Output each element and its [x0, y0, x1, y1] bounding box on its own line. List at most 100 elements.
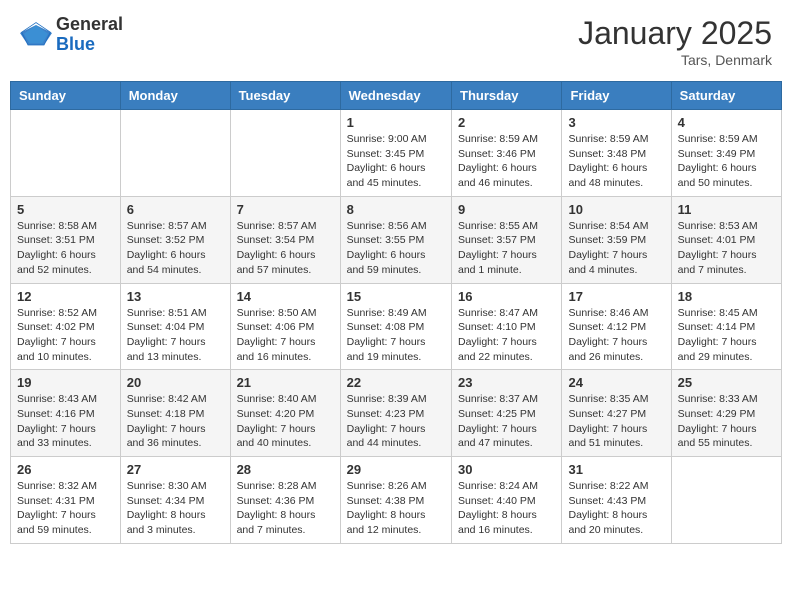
- day-info: Sunrise: 9:00 AMSunset: 3:45 PMDaylight:…: [347, 132, 445, 191]
- calendar-cell: 17 Sunrise: 8:46 AMSunset: 4:12 PMDayligh…: [562, 283, 671, 370]
- day-info: Sunrise: 8:40 AMSunset: 4:20 PMDaylight:…: [237, 392, 334, 451]
- calendar-cell: 29Sunrise: 8:26 AMSunset: 4:38 PMDayligh…: [340, 457, 451, 544]
- day-number: 17: [568, 289, 664, 304]
- day-number: 22: [347, 375, 445, 390]
- day-header-monday: Monday: [120, 82, 230, 110]
- calendar-cell: 7 Sunrise: 8:57 AMSunset: 3:54 PMDaylight…: [230, 196, 340, 283]
- day-info: Sunrise: 8:37 AMSunset: 4:25 PMDaylight:…: [458, 392, 555, 451]
- calendar-cell: [671, 457, 781, 544]
- day-info: Sunrise: 8:55 AMSunset: 3:57 PMDaylight:…: [458, 219, 555, 278]
- calendar-cell: 5 Sunrise: 8:58 AMSunset: 3:51 PMDaylight…: [11, 196, 121, 283]
- calendar-cell: 14 Sunrise: 8:50 AMSunset: 4:06 PMDayligh…: [230, 283, 340, 370]
- day-info: Sunrise: 8:59 AMSunset: 3:48 PMDaylight:…: [568, 132, 664, 191]
- day-number: 27: [127, 462, 224, 477]
- day-info: Sunrise: 8:33 AMSunset: 4:29 PMDaylight:…: [678, 392, 775, 451]
- calendar-week-row: 19 Sunrise: 8:43 AMSunset: 4:16 PMDayligh…: [11, 370, 782, 457]
- day-number: 5: [17, 202, 114, 217]
- day-info: Sunrise: 8:30 AMSunset: 4:34 PMDaylight:…: [127, 479, 224, 538]
- calendar-cell: 6 Sunrise: 8:57 AMSunset: 3:52 PMDaylight…: [120, 196, 230, 283]
- day-info: Sunrise: 8:43 AMSunset: 4:16 PMDaylight:…: [17, 392, 114, 451]
- calendar-cell: 15Sunrise: 8:49 AMSunset: 4:08 PMDayligh…: [340, 283, 451, 370]
- day-header-wednesday: Wednesday: [340, 82, 451, 110]
- day-info: Sunrise: 8:57 AMSunset: 3:54 PMDaylight:…: [237, 219, 334, 278]
- day-info: Sunrise: 8:45 AMSunset: 4:14 PMDaylight:…: [678, 306, 775, 365]
- calendar-header-row: SundayMondayTuesdayWednesdayThursdayFrid…: [11, 82, 782, 110]
- calendar-cell: 28 Sunrise: 8:28 AMSunset: 4:36 PMDayligh…: [230, 457, 340, 544]
- day-header-tuesday: Tuesday: [230, 82, 340, 110]
- calendar-cell: 8Sunrise: 8:56 AMSunset: 3:55 PMDaylight…: [340, 196, 451, 283]
- calendar-cell: 13 Sunrise: 8:51 AMSunset: 4:04 PMDayligh…: [120, 283, 230, 370]
- logo-text: General Blue: [56, 15, 123, 55]
- calendar-week-row: 26 Sunrise: 8:32 AMSunset: 4:31 PMDayligh…: [11, 457, 782, 544]
- day-number: 9: [458, 202, 555, 217]
- day-number: 18: [678, 289, 775, 304]
- month-title: January 2025: [578, 15, 772, 52]
- day-number: 20: [127, 375, 224, 390]
- calendar-cell: 4Sunrise: 8:59 AMSunset: 3:49 PMDaylight…: [671, 110, 781, 197]
- day-info: Sunrise: 8:59 AMSunset: 3:49 PMDaylight:…: [678, 132, 775, 191]
- calendar-cell: [11, 110, 121, 197]
- calendar-cell: [230, 110, 340, 197]
- day-info: Sunrise: 8:28 AMSunset: 4:36 PMDaylight:…: [237, 479, 334, 538]
- calendar-cell: 26 Sunrise: 8:32 AMSunset: 4:31 PMDayligh…: [11, 457, 121, 544]
- day-number: 19: [17, 375, 114, 390]
- calendar-cell: 11Sunrise: 8:53 AMSunset: 4:01 PMDayligh…: [671, 196, 781, 283]
- calendar-cell: 20 Sunrise: 8:42 AMSunset: 4:18 PMDayligh…: [120, 370, 230, 457]
- day-info: Sunrise: 8:24 AMSunset: 4:40 PMDaylight:…: [458, 479, 555, 538]
- day-info: Sunrise: 8:47 AMSunset: 4:10 PMDaylight:…: [458, 306, 555, 365]
- day-number: 13: [127, 289, 224, 304]
- calendar-week-row: 5 Sunrise: 8:58 AMSunset: 3:51 PMDaylight…: [11, 196, 782, 283]
- day-info: Sunrise: 8:54 AMSunset: 3:59 PMDaylight:…: [568, 219, 664, 278]
- calendar-cell: 12Sunrise: 8:52 AMSunset: 4:02 PMDayligh…: [11, 283, 121, 370]
- day-info: Sunrise: 8:39 AMSunset: 4:23 PMDaylight:…: [347, 392, 445, 451]
- day-info: Sunrise: 8:58 AMSunset: 3:51 PMDaylight:…: [17, 219, 114, 278]
- day-info: Sunrise: 8:51 AMSunset: 4:04 PMDaylight:…: [127, 306, 224, 365]
- day-number: 6: [127, 202, 224, 217]
- day-info: Sunrise: 8:26 AMSunset: 4:38 PMDaylight:…: [347, 479, 445, 538]
- day-number: 2: [458, 115, 555, 130]
- calendar-cell: 16 Sunrise: 8:47 AMSunset: 4:10 PMDayligh…: [452, 283, 562, 370]
- day-number: 21: [237, 375, 334, 390]
- day-header-friday: Friday: [562, 82, 671, 110]
- day-info: Sunrise: 8:32 AMSunset: 4:31 PMDaylight:…: [17, 479, 114, 538]
- logo-icon: [20, 21, 52, 49]
- calendar-cell: 25 Sunrise: 8:33 AMSunset: 4:29 PMDayligh…: [671, 370, 781, 457]
- day-number: 3: [568, 115, 664, 130]
- day-number: 23: [458, 375, 555, 390]
- location: Tars, Denmark: [578, 52, 772, 68]
- title-block: January 2025 Tars, Denmark: [578, 15, 772, 68]
- calendar-cell: 31Sunrise: 8:22 AMSunset: 4:43 PMDayligh…: [562, 457, 671, 544]
- day-info: Sunrise: 8:46 AMSunset: 4:12 PMDaylight:…: [568, 306, 664, 365]
- logo-general: General: [56, 15, 123, 35]
- day-header-saturday: Saturday: [671, 82, 781, 110]
- day-number: 7: [237, 202, 334, 217]
- calendar-table: SundayMondayTuesdayWednesdayThursdayFrid…: [10, 81, 782, 544]
- calendar-cell: 2 Sunrise: 8:59 AMSunset: 3:46 PMDaylight…: [452, 110, 562, 197]
- calendar-cell: 21 Sunrise: 8:40 AMSunset: 4:20 PMDayligh…: [230, 370, 340, 457]
- day-info: Sunrise: 8:42 AMSunset: 4:18 PMDaylight:…: [127, 392, 224, 451]
- calendar-cell: 27 Sunrise: 8:30 AMSunset: 4:34 PMDayligh…: [120, 457, 230, 544]
- day-info: Sunrise: 8:50 AMSunset: 4:06 PMDaylight:…: [237, 306, 334, 365]
- day-number: 25: [678, 375, 775, 390]
- day-number: 12: [17, 289, 114, 304]
- logo-blue: Blue: [56, 35, 123, 55]
- day-number: 10: [568, 202, 664, 217]
- day-info: Sunrise: 8:57 AMSunset: 3:52 PMDaylight:…: [127, 219, 224, 278]
- day-number: 24: [568, 375, 664, 390]
- day-number: 14: [237, 289, 334, 304]
- calendar-week-row: 12Sunrise: 8:52 AMSunset: 4:02 PMDayligh…: [11, 283, 782, 370]
- day-number: 30: [458, 462, 555, 477]
- day-info: Sunrise: 8:59 AMSunset: 3:46 PMDaylight:…: [458, 132, 555, 191]
- calendar-cell: 9 Sunrise: 8:55 AMSunset: 3:57 PMDaylight…: [452, 196, 562, 283]
- day-info: Sunrise: 8:49 AMSunset: 4:08 PMDaylight:…: [347, 306, 445, 365]
- calendar-cell: 19 Sunrise: 8:43 AMSunset: 4:16 PMDayligh…: [11, 370, 121, 457]
- day-number: 31: [568, 462, 664, 477]
- day-number: 16: [458, 289, 555, 304]
- day-number: 28: [237, 462, 334, 477]
- calendar-cell: [120, 110, 230, 197]
- day-number: 26: [17, 462, 114, 477]
- calendar-cell: 24Sunrise: 8:35 AMSunset: 4:27 PMDayligh…: [562, 370, 671, 457]
- day-header-thursday: Thursday: [452, 82, 562, 110]
- calendar-cell: 1Sunrise: 9:00 AMSunset: 3:45 PMDaylight…: [340, 110, 451, 197]
- calendar-cell: 18 Sunrise: 8:45 AMSunset: 4:14 PMDayligh…: [671, 283, 781, 370]
